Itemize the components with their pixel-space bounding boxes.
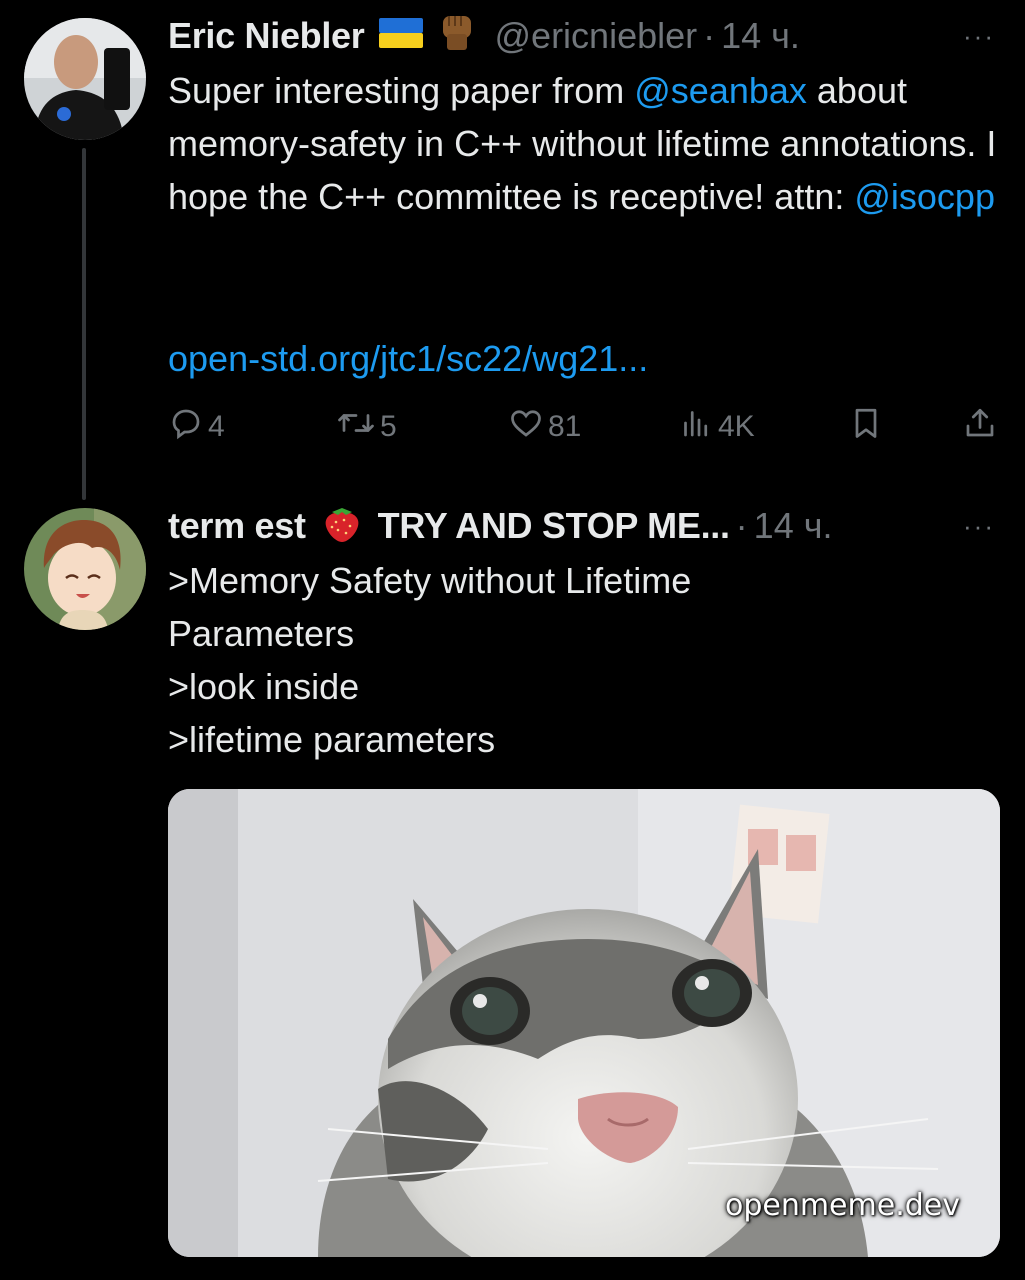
analytics-icon <box>678 405 718 449</box>
thread-connector-line <box>82 148 86 500</box>
reply-icon <box>168 405 208 449</box>
tweet2-body: >Memory Safety without Lifetime Paramete… <box>168 554 988 766</box>
tweet-line: >look inside <box>168 666 360 707</box>
bookmark-button[interactable] <box>848 404 888 450</box>
reply-count: 4 <box>208 410 225 443</box>
author-name-suffix[interactable]: TRY AND STOP ME... <box>378 505 730 547</box>
tweet-timestamp[interactable]: 14 ч. <box>721 15 800 57</box>
like-button[interactable]: 81 <box>508 404 581 450</box>
views-button[interactable]: 4K <box>678 404 755 450</box>
repost-button[interactable]: 5 <box>336 404 397 450</box>
author-name[interactable]: Eric Niebler <box>168 15 365 57</box>
tweet-timestamp[interactable]: 14 ч. <box>754 505 833 547</box>
avatar-term-est[interactable] <box>24 508 146 630</box>
flag-ukraine-icon <box>378 15 423 57</box>
tweet-line: Parameters <box>168 613 355 654</box>
paper-url-link[interactable]: open-std.org/jtc1/sc22/wg21... <box>168 332 648 385</box>
more-options-icon[interactable]: ··· <box>963 504 995 548</box>
watermark-text: openmeme.dev <box>724 1188 960 1223</box>
avatar-eric-niebler[interactable] <box>24 18 146 140</box>
mention-link[interactable]: @isocpp <box>854 176 995 217</box>
raised-fist-icon <box>437 12 477 61</box>
author-handle[interactable]: @ericniebler <box>495 15 698 57</box>
tweet-line: >lifetime parameters <box>168 719 496 760</box>
separator-dot: · <box>735 505 748 546</box>
separator-dot: · <box>703 15 716 56</box>
tweet1-header: Eric Niebler @ericniebler · 14 ч. <box>168 14 800 58</box>
share-button[interactable] <box>962 404 1002 450</box>
heart-icon <box>508 405 548 449</box>
tweet1-body: Super interesting paper from @seanbax ab… <box>168 64 1008 223</box>
tweet-text: Super interesting paper from <box>168 70 635 111</box>
tweet-media-image[interactable]: openmeme.dev <box>168 789 1000 1257</box>
tweet2-header: term est TRY AND STOP ME... · 14 ч. <box>168 504 832 548</box>
mention-link[interactable]: @seanbax <box>634 70 807 111</box>
more-options-icon[interactable]: ··· <box>963 14 995 58</box>
bookmark-icon <box>848 405 888 449</box>
view-count: 4K <box>718 410 755 443</box>
strawberry-icon <box>320 500 364 553</box>
tweet1-action-bar: 4 5 81 4K <box>168 404 998 450</box>
repost-icon <box>336 405 380 449</box>
repost-count: 5 <box>380 410 397 443</box>
like-count: 81 <box>548 410 582 443</box>
author-name[interactable]: term est <box>168 505 306 547</box>
reply-button[interactable]: 4 <box>168 404 225 450</box>
tweet-line: >Memory Safety without Lifetime <box>168 560 692 601</box>
share-icon <box>962 405 1002 449</box>
